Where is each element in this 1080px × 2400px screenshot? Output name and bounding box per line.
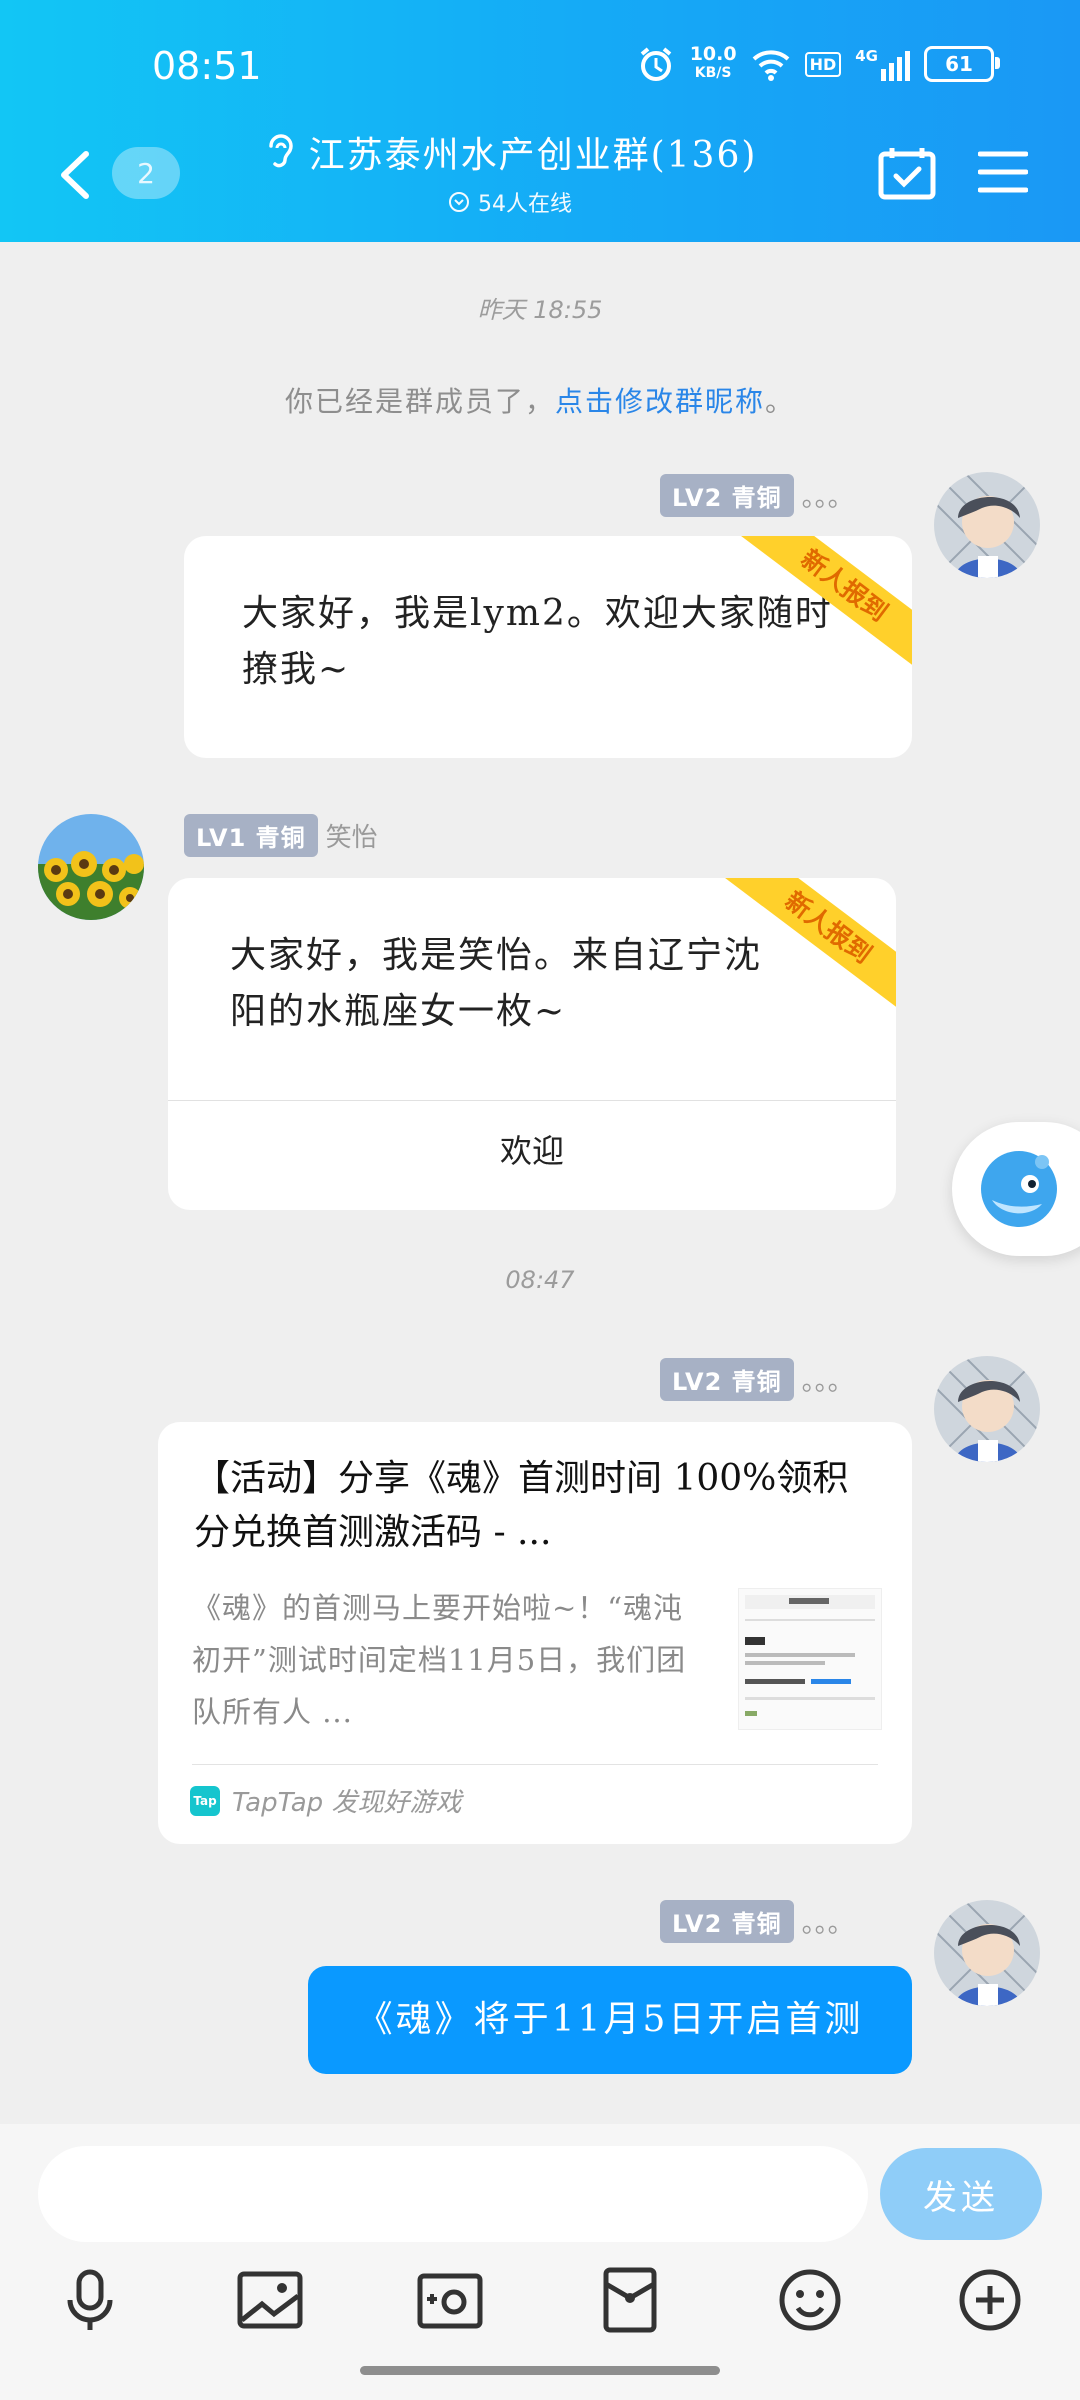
status-icons: 10.0 KB/S HD 4G 61 bbox=[636, 43, 1000, 84]
link-description: 《魂》的首测马上要开始啦~！“魂沌初开”测试时间定档11月5日，我们团队所有人 … bbox=[192, 1591, 687, 1729]
sender-nickname[interactable]: 。。。 bbox=[802, 1903, 854, 1940]
avatar[interactable] bbox=[38, 814, 144, 920]
bird-mascot-icon bbox=[981, 1151, 1057, 1227]
message-input[interactable] bbox=[38, 2146, 868, 2242]
message-text: 大家好，我是lym2。欢迎大家随时撩我~ bbox=[242, 593, 833, 690]
system-message: 你已经是群成员了，点击修改群昵称。 bbox=[284, 385, 796, 418]
sender-info: LV2 青铜 。。。 bbox=[660, 1358, 854, 1401]
battery-icon: 61 bbox=[924, 46, 1000, 82]
link-thumbnail bbox=[738, 1588, 882, 1730]
message-bubble-sent[interactable]: 《魂》将于11月5日开启首测 bbox=[308, 1966, 912, 2074]
unread-badge[interactable]: 2 bbox=[112, 147, 180, 199]
timestamp: 08:47 bbox=[505, 1266, 575, 1294]
input-bar: 发送 bbox=[0, 2124, 1080, 2400]
level-badge: LV1 青铜 bbox=[184, 814, 318, 857]
title-area[interactable]: 江苏泰州水产创业群(136) 54人在线 bbox=[250, 126, 770, 218]
timestamp: 昨天 18:55 bbox=[477, 296, 603, 324]
send-button[interactable]: 发送 bbox=[880, 2148, 1042, 2240]
divider bbox=[168, 1100, 896, 1101]
status-time: 08:51 bbox=[152, 44, 262, 88]
avatar[interactable] bbox=[934, 1356, 1040, 1462]
link-title: 【活动】分享《魂》首测时间 100%领积分兑换首测激活码 - ... bbox=[194, 1458, 849, 1553]
plus-icon[interactable] bbox=[954, 2264, 1026, 2336]
avatar[interactable] bbox=[934, 472, 1040, 578]
welcome-button[interactable]: 欢迎 bbox=[168, 1126, 896, 1172]
emoji-icon[interactable] bbox=[774, 2264, 846, 2336]
floating-assistant-button[interactable] bbox=[952, 1122, 1080, 1256]
divider bbox=[192, 1764, 878, 1765]
sender-info: LV2 青铜 。。。 bbox=[660, 1900, 854, 1943]
wifi-icon bbox=[752, 50, 789, 81]
message-bubble[interactable]: 大家好，我是笑怡。来自辽宁沈阳的水瓶座女一枚~ 新人报到 欢迎 bbox=[168, 878, 896, 1210]
group-title: 江苏泰州水产创业群(136) bbox=[308, 135, 758, 176]
taptap-logo-icon: Tap bbox=[190, 1785, 220, 1816]
microphone-icon[interactable] bbox=[54, 2264, 126, 2336]
online-count: 54人在线 bbox=[478, 192, 572, 217]
link-card[interactable]: 【活动】分享《魂》首测时间 100%领积分兑换首测激活码 - ... 《魂》的首… bbox=[158, 1422, 912, 1844]
calendar-check-icon[interactable] bbox=[878, 146, 936, 200]
link-source: Tap TapTap 发现好游戏 bbox=[190, 1782, 461, 1819]
chevron-down-circle-icon bbox=[449, 192, 469, 212]
image-icon[interactable] bbox=[234, 2264, 306, 2336]
source-label: TapTap 发现好游戏 bbox=[232, 1788, 462, 1818]
alarm-icon bbox=[640, 47, 671, 81]
avatar[interactable] bbox=[934, 1900, 1040, 2006]
menu-icon[interactable] bbox=[978, 150, 1028, 194]
ear-icon bbox=[268, 134, 293, 168]
hd-icon: HD bbox=[804, 51, 842, 77]
level-badge: LV2 青铜 bbox=[660, 1900, 794, 1943]
camera-icon[interactable] bbox=[414, 2264, 486, 2336]
sender-nickname[interactable]: 笑怡 bbox=[326, 817, 378, 854]
signal-icon: 4G bbox=[855, 47, 910, 81]
back-icon[interactable] bbox=[58, 150, 92, 200]
sender-nickname[interactable]: 。。。 bbox=[802, 1361, 854, 1398]
edit-nickname-link[interactable]: 点击修改群昵称 bbox=[555, 385, 765, 418]
sender-info: LV1 青铜 笑怡 bbox=[184, 814, 378, 857]
net-speed: 10.0 KB/S bbox=[689, 43, 737, 82]
level-badge: LV2 青铜 bbox=[660, 1358, 794, 1401]
chat-header: 08:51 10.0 KB/S HD 4G 61 2 江苏泰州水产创业群(136… bbox=[0, 0, 1080, 242]
red-packet-icon[interactable] bbox=[594, 2264, 666, 2336]
home-indicator[interactable] bbox=[360, 2366, 720, 2375]
sender-nickname[interactable]: 。。。 bbox=[802, 477, 854, 514]
level-badge: LV2 青铜 bbox=[660, 474, 794, 517]
message-bubble[interactable]: 大家好，我是lym2。欢迎大家随时撩我~ 新人报到 bbox=[184, 536, 912, 758]
sender-info: LV2 青铜 。。。 bbox=[660, 474, 854, 517]
message-text: 大家好，我是笑怡。来自辽宁沈阳的水瓶座女一枚~ bbox=[230, 935, 763, 1032]
